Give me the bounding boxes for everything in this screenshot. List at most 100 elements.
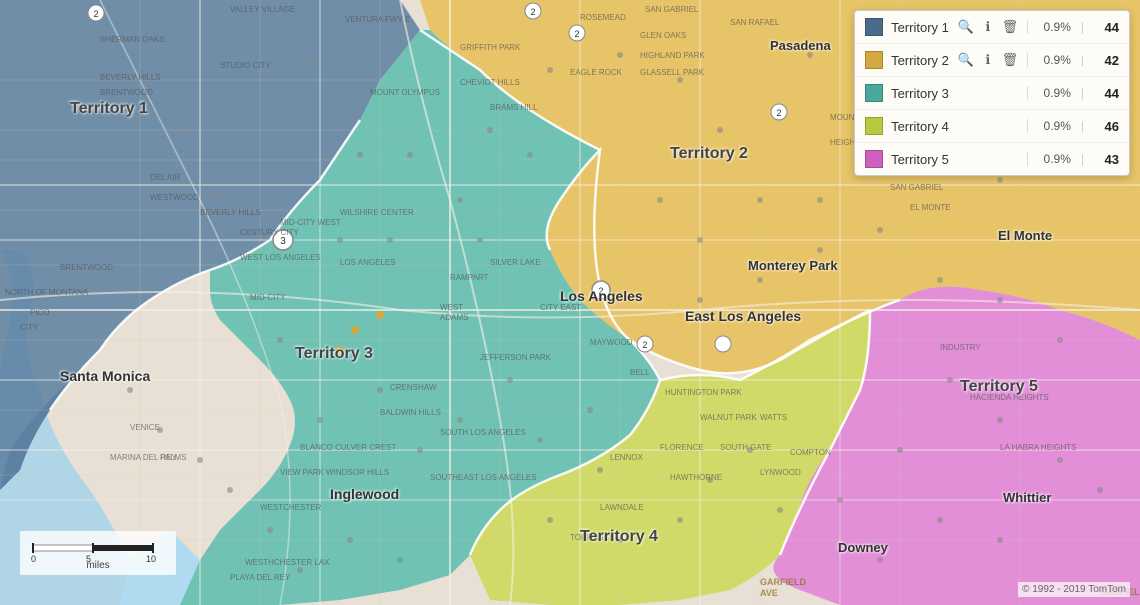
svg-text:PLAYA DEL REY: PLAYA DEL REY	[230, 573, 291, 582]
legend-row-t1: Territory 1 🔍 ℹ 🗑 0.9% | 44	[855, 11, 1129, 44]
legend-color-t2	[865, 51, 883, 69]
legend-count-t4: 46	[1094, 119, 1119, 134]
svg-text:SAN GABRIEL: SAN GABRIEL	[890, 183, 944, 192]
svg-text:MARINA DEL REY: MARINA DEL REY	[110, 453, 177, 462]
svg-text:STUDIO CITY: STUDIO CITY	[220, 61, 271, 70]
svg-text:2: 2	[530, 7, 535, 17]
svg-text:TORRANCE: TORRANCE	[570, 533, 615, 542]
svg-text:MOUNT OLYMPUS: MOUNT OLYMPUS	[370, 88, 440, 97]
scale-bar: 0 5 10 miles	[20, 531, 176, 575]
svg-text:HIGHLAND PARK: HIGHLAND PARK	[640, 51, 705, 60]
delete-icon-t2[interactable]: 🗑	[1001, 51, 1019, 69]
svg-text:EAGLE ROCK: EAGLE ROCK	[570, 68, 623, 77]
svg-text:MID-CITY WEST: MID-CITY WEST	[280, 218, 341, 227]
svg-text:FLORENCE: FLORENCE	[660, 443, 704, 452]
svg-text:MID-CITY: MID-CITY	[250, 293, 286, 302]
legend-count-t5: 43	[1094, 152, 1119, 167]
legend-name-t4: Territory 4	[891, 119, 1019, 134]
legend-color-t1	[865, 18, 883, 36]
svg-text:CENTURY CITY: CENTURY CITY	[240, 228, 299, 237]
svg-text:JEFFERSON PARK: JEFFERSON PARK	[480, 353, 552, 362]
svg-text:SOUTHEAST LOS ANGELES: SOUTHEAST LOS ANGELES	[430, 473, 537, 482]
svg-text:ROSEMEAD: ROSEMEAD	[580, 13, 626, 22]
svg-text:VENTURA FWY E: VENTURA FWY E	[345, 15, 410, 24]
svg-text:2: 2	[93, 9, 98, 19]
info-icon-t1[interactable]: ℹ	[979, 18, 997, 36]
svg-text:BRAMS HILL: BRAMS HILL	[490, 103, 538, 112]
legend-count-t1: 44	[1094, 20, 1119, 35]
legend-divider-t2	[1027, 53, 1028, 67]
svg-text:SILVER LAKE: SILVER LAKE	[490, 258, 541, 267]
svg-text:GARFIELD: GARFIELD	[760, 577, 806, 587]
legend-icons-t1: 🔍 ℹ 🗑	[957, 18, 1019, 36]
svg-text:WESTWOOD: WESTWOOD	[150, 193, 199, 202]
legend-panel: Territory 1 🔍 ℹ 🗑 0.9% | 44 Territory 2 …	[854, 10, 1130, 176]
svg-text:BELL: BELL	[630, 368, 650, 377]
svg-text:LYNWOOD: LYNWOOD	[760, 468, 801, 477]
svg-text:DEL AIR: DEL AIR	[150, 173, 181, 182]
legend-divider-t5	[1027, 152, 1028, 166]
legend-divider-t4	[1027, 119, 1028, 133]
svg-text:BEVERLY HILLS: BEVERLY HILLS	[100, 73, 161, 82]
svg-text:COMPTON: COMPTON	[790, 448, 831, 457]
legend-name-t1: Territory 1	[891, 20, 949, 35]
search-icon-t2[interactable]: 🔍	[957, 51, 975, 69]
svg-text:BRENTWOOD: BRENTWOOD	[100, 88, 153, 97]
svg-text:CITY: CITY	[20, 323, 39, 332]
svg-text:WATTS: WATTS	[760, 413, 787, 422]
delete-icon-t1[interactable]: 🗑	[1001, 18, 1019, 36]
svg-text:2: 2	[574, 29, 579, 39]
svg-text:SAN GABRIEL: SAN GABRIEL	[645, 5, 699, 14]
svg-text:WESTHCHESTER LAX: WESTHCHESTER LAX	[245, 558, 330, 567]
svg-text:EL MONTE: EL MONTE	[910, 203, 951, 212]
svg-text:ADAMS: ADAMS	[440, 313, 468, 322]
svg-text:LAWNDALE: LAWNDALE	[600, 503, 644, 512]
legend-divider-t1	[1027, 20, 1028, 34]
svg-text:BEVERLY HILLS: BEVERLY HILLS	[200, 208, 261, 217]
svg-text:WEST LOS ANGELES: WEST LOS ANGELES	[240, 253, 321, 262]
svg-text:INDUSTRY: INDUSTRY	[940, 343, 981, 352]
legend-row-t5: Territory 5 0.9% | 43	[855, 143, 1129, 175]
legend-name-t3: Territory 3	[891, 86, 1019, 101]
legend-divider-t3	[1027, 86, 1028, 100]
legend-stat-t5: 0.9%	[1036, 152, 1071, 166]
svg-text:2: 2	[642, 340, 647, 350]
legend-row-t4: Territory 4 0.9% | 46	[855, 110, 1129, 143]
svg-text:BLANCO CULVER CREST: BLANCO CULVER CREST	[300, 443, 396, 452]
svg-text:WILSHIRE CENTER: WILSHIRE CENTER	[340, 208, 414, 217]
legend-name-t5: Territory 5	[891, 152, 1019, 167]
copyright-text: © 1992 - 2019 TomTom	[1018, 582, 1130, 597]
legend-color-t4	[865, 117, 883, 135]
svg-text:HUNTINGTON PARK: HUNTINGTON PARK	[665, 388, 742, 397]
legend-count-t3: 44	[1094, 86, 1119, 101]
legend-stat-t1: 0.9%	[1036, 20, 1071, 34]
svg-text:GLEN OAKS: GLEN OAKS	[640, 31, 686, 40]
svg-text:NORTH OF MONTANA: NORTH OF MONTANA	[5, 288, 89, 297]
svg-text:3: 3	[280, 236, 286, 247]
svg-text:SAN RAFAEL: SAN RAFAEL	[730, 18, 780, 27]
svg-text:GLASSELL PARK: GLASSELL PARK	[640, 68, 705, 77]
svg-text:VALLEY VILLAGE: VALLEY VILLAGE	[230, 5, 295, 14]
svg-text:SHERMAN OAKS: SHERMAN OAKS	[100, 35, 164, 44]
svg-text:AVE: AVE	[760, 588, 778, 598]
svg-text:WEST: WEST	[440, 303, 463, 312]
legend-stat-t3: 0.9%	[1036, 86, 1071, 100]
legend-icons-t2: 🔍 ℹ 🗑	[957, 51, 1019, 69]
info-icon-t2[interactable]: ℹ	[979, 51, 997, 69]
svg-text:SOUTH LOS ANGELES: SOUTH LOS ANGELES	[440, 428, 526, 437]
legend-stat-t2: 0.9%	[1036, 53, 1071, 67]
svg-text:CRENSHAW: CRENSHAW	[390, 383, 437, 392]
svg-text:0: 0	[31, 554, 36, 564]
svg-text:2: 2	[598, 286, 603, 296]
svg-text:MAYWOOD: MAYWOOD	[590, 338, 633, 347]
svg-text:RAMPART: RAMPART	[450, 273, 488, 282]
svg-text:VENICE: VENICE	[130, 423, 160, 432]
svg-text:PICO: PICO	[30, 308, 50, 317]
search-icon-t1[interactable]: 🔍	[957, 18, 975, 36]
map-container: 2 3 2 2 2 2 2	[0, 0, 1140, 605]
svg-text:VIEW PARK WINDSOR HILLS: VIEW PARK WINDSOR HILLS	[280, 468, 389, 477]
svg-text:GRIFFITH PARK: GRIFFITH PARK	[460, 43, 521, 52]
legend-color-t3	[865, 84, 883, 102]
svg-text:LOS ANGELES: LOS ANGELES	[340, 258, 396, 267]
svg-text:SOUTH GATE: SOUTH GATE	[720, 443, 771, 452]
